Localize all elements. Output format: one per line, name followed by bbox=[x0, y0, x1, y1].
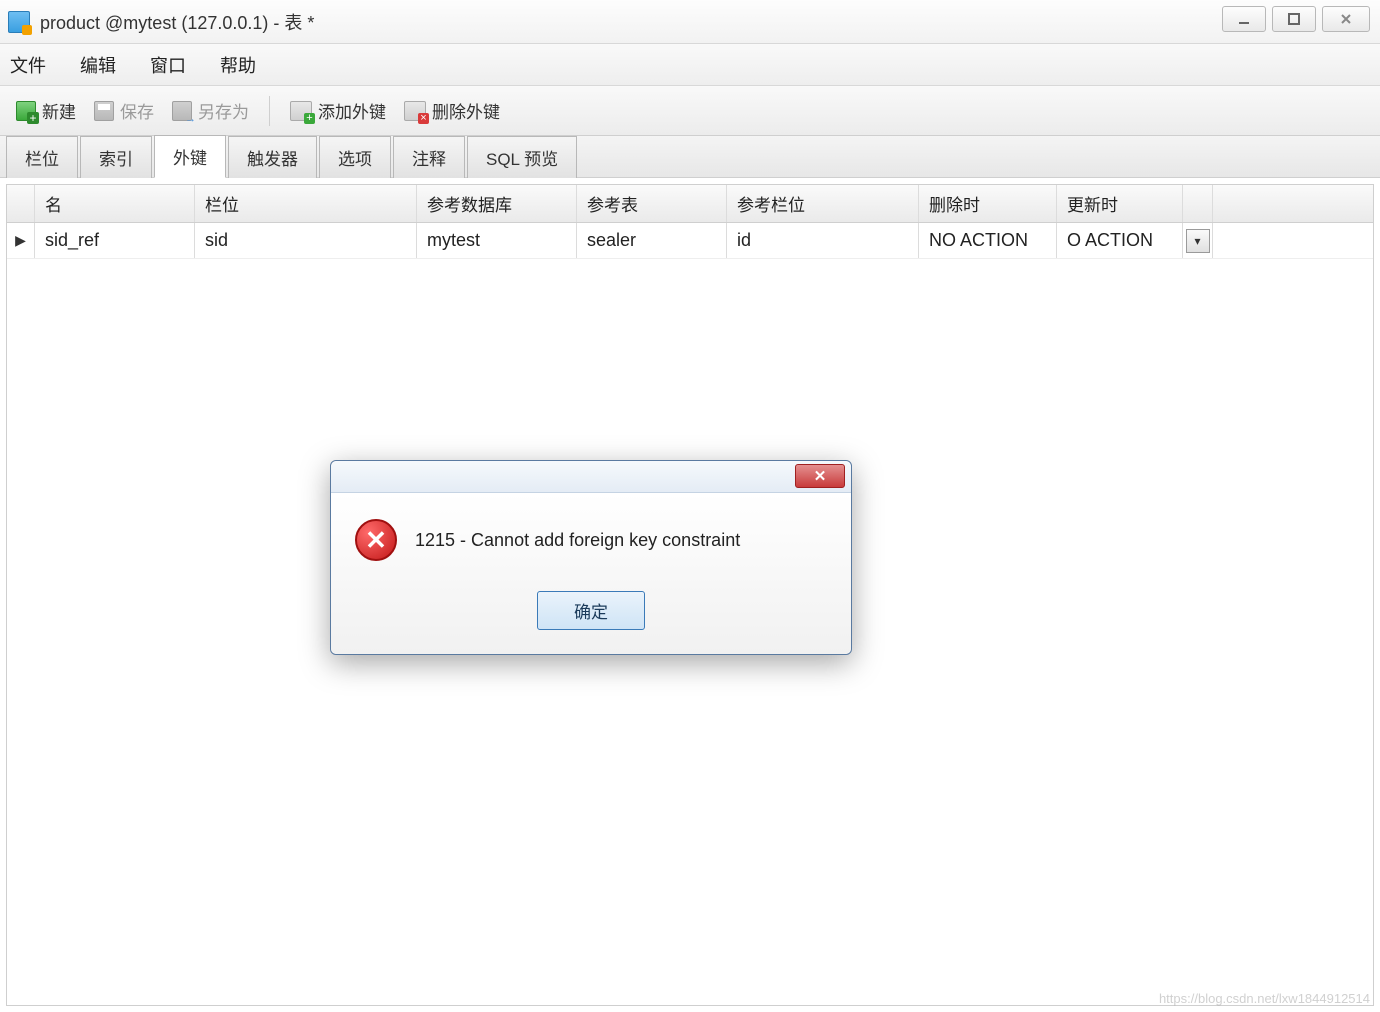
add-fk-label: 添加外键 bbox=[318, 98, 386, 123]
menubar: 文件 编辑 窗口 帮助 bbox=[0, 44, 1380, 86]
dialog-ok-button[interactable]: 确定 bbox=[537, 591, 645, 630]
delete-fk-icon bbox=[404, 101, 426, 121]
save-icon bbox=[94, 101, 114, 121]
tab-comment[interactable]: 注释 bbox=[393, 136, 465, 178]
chevron-down-icon[interactable]: ▾ bbox=[1186, 229, 1210, 253]
tab-options[interactable]: 选项 bbox=[319, 136, 391, 178]
saveas-button[interactable]: 另存为 bbox=[166, 94, 255, 127]
cell-refcol[interactable]: id bbox=[727, 223, 919, 258]
tab-triggers[interactable]: 触发器 bbox=[228, 136, 317, 178]
new-icon bbox=[16, 101, 36, 121]
header-onupdate[interactable]: 更新时 bbox=[1057, 185, 1183, 222]
header-refcol[interactable]: 参考栏位 bbox=[727, 185, 919, 222]
window-controls bbox=[1222, 0, 1380, 32]
cell-reftable[interactable]: sealer bbox=[577, 223, 727, 258]
cell-dropdown[interactable]: ▾ bbox=[1183, 223, 1213, 258]
cell-ondelete[interactable]: NO ACTION bbox=[919, 223, 1057, 258]
row-marker-icon: ▶ bbox=[7, 223, 35, 258]
header-refdb[interactable]: 参考数据库 bbox=[417, 185, 577, 222]
minimize-button[interactable] bbox=[1222, 6, 1266, 32]
add-fk-button[interactable]: 添加外键 bbox=[284, 94, 392, 127]
row-marker-header bbox=[7, 185, 35, 222]
header-reftable[interactable]: 参考表 bbox=[577, 185, 727, 222]
header-dropdown bbox=[1183, 185, 1213, 222]
cell-name[interactable]: sid_ref bbox=[35, 223, 195, 258]
cell-onupdate[interactable]: O ACTION bbox=[1057, 223, 1183, 258]
toolbar-separator bbox=[269, 96, 270, 126]
delete-fk-button[interactable]: 删除外键 bbox=[398, 94, 506, 127]
new-button[interactable]: 新建 bbox=[10, 94, 82, 127]
menu-file[interactable]: 文件 bbox=[10, 52, 46, 78]
tabs: 栏位 索引 外键 触发器 选项 注释 SQL 预览 bbox=[0, 136, 1380, 178]
saveas-icon bbox=[172, 101, 192, 121]
tab-indexes[interactable]: 索引 bbox=[80, 136, 152, 178]
dialog-body: ✕ 1215 - Cannot add foreign key constrai… bbox=[331, 493, 851, 654]
tab-foreign-keys[interactable]: 外键 bbox=[154, 135, 226, 178]
error-dialog: ✕ ✕ 1215 - Cannot add foreign key constr… bbox=[330, 460, 852, 655]
dialog-close-button[interactable]: ✕ bbox=[795, 464, 845, 488]
cell-refdb[interactable]: mytest bbox=[417, 223, 577, 258]
save-label: 保存 bbox=[120, 98, 154, 123]
cell-field[interactable]: sid bbox=[195, 223, 417, 258]
delete-fk-label: 删除外键 bbox=[432, 98, 500, 123]
dialog-message: 1215 - Cannot add foreign key constraint bbox=[415, 530, 740, 551]
titlebar: product @mytest (127.0.0.1) - 表 * bbox=[0, 0, 1380, 44]
app-icon bbox=[8, 11, 30, 33]
error-icon: ✕ bbox=[355, 519, 397, 561]
table-header: 名 栏位 参考数据库 参考表 参考栏位 删除时 更新时 bbox=[7, 185, 1373, 223]
header-name[interactable]: 名 bbox=[35, 185, 195, 222]
menu-help[interactable]: 帮助 bbox=[220, 52, 256, 78]
close-icon: ✕ bbox=[814, 467, 827, 485]
tab-sql-preview[interactable]: SQL 预览 bbox=[467, 136, 577, 178]
close-button[interactable] bbox=[1322, 6, 1370, 32]
menu-window[interactable]: 窗口 bbox=[150, 52, 186, 78]
window-title: product @mytest (127.0.0.1) - 表 * bbox=[40, 9, 314, 35]
new-label: 新建 bbox=[42, 98, 76, 123]
save-button[interactable]: 保存 bbox=[88, 94, 160, 127]
toolbar: 新建 保存 另存为 添加外键 删除外键 bbox=[0, 86, 1380, 136]
tab-columns[interactable]: 栏位 bbox=[6, 136, 78, 178]
maximize-button[interactable] bbox=[1272, 6, 1316, 32]
add-fk-icon bbox=[290, 101, 312, 121]
saveas-label: 另存为 bbox=[198, 98, 249, 123]
table-row[interactable]: ▶ sid_ref sid mytest sealer id NO ACTION… bbox=[7, 223, 1373, 259]
menu-edit[interactable]: 编辑 bbox=[80, 52, 116, 78]
header-field[interactable]: 栏位 bbox=[195, 185, 417, 222]
dialog-titlebar: ✕ bbox=[331, 461, 851, 493]
header-ondelete[interactable]: 删除时 bbox=[919, 185, 1057, 222]
